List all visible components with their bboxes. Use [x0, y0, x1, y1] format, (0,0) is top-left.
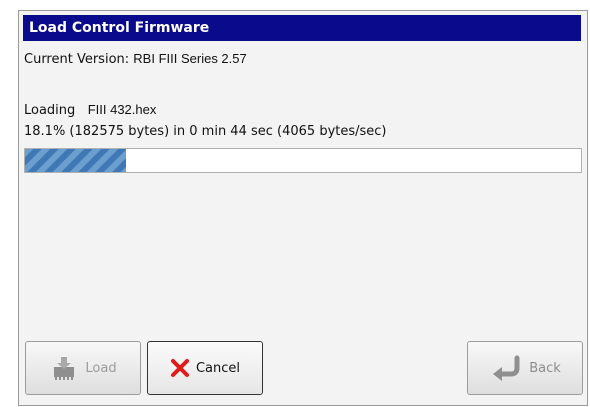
cancel-button[interactable]: Cancel [147, 341, 263, 395]
background-margin [0, 0, 18, 407]
loading-file: FIII 432.hex [87, 102, 157, 117]
current-version-label: Current Version: [24, 52, 130, 67]
load-button-label: Load [85, 360, 117, 376]
dialog-title: Load Control Firmware [23, 15, 581, 41]
back-arrow-icon [489, 355, 523, 381]
progress-fill [25, 149, 126, 172]
load-chip-icon [49, 355, 79, 381]
loading-line: Loading FIII 432.hex [24, 102, 156, 118]
back-button-label: Back [529, 360, 561, 376]
progress-text: 18.1% (182575 bytes) in 0 min 44 sec (40… [24, 124, 387, 139]
load-button[interactable]: Load [25, 341, 141, 395]
back-button[interactable]: Back [467, 341, 583, 395]
cancel-button-label: Cancel [195, 360, 241, 376]
current-version-value: RBI FIII Series 2.57 [133, 51, 247, 66]
current-version-line: Current Version: RBI FIII Series 2.57 [24, 51, 247, 67]
progress-bar [24, 148, 582, 173]
loading-label: Loading [24, 103, 76, 118]
cancel-x-icon [170, 358, 190, 378]
firmware-dialog: Load Control Firmware Current Version: R… [18, 10, 588, 406]
